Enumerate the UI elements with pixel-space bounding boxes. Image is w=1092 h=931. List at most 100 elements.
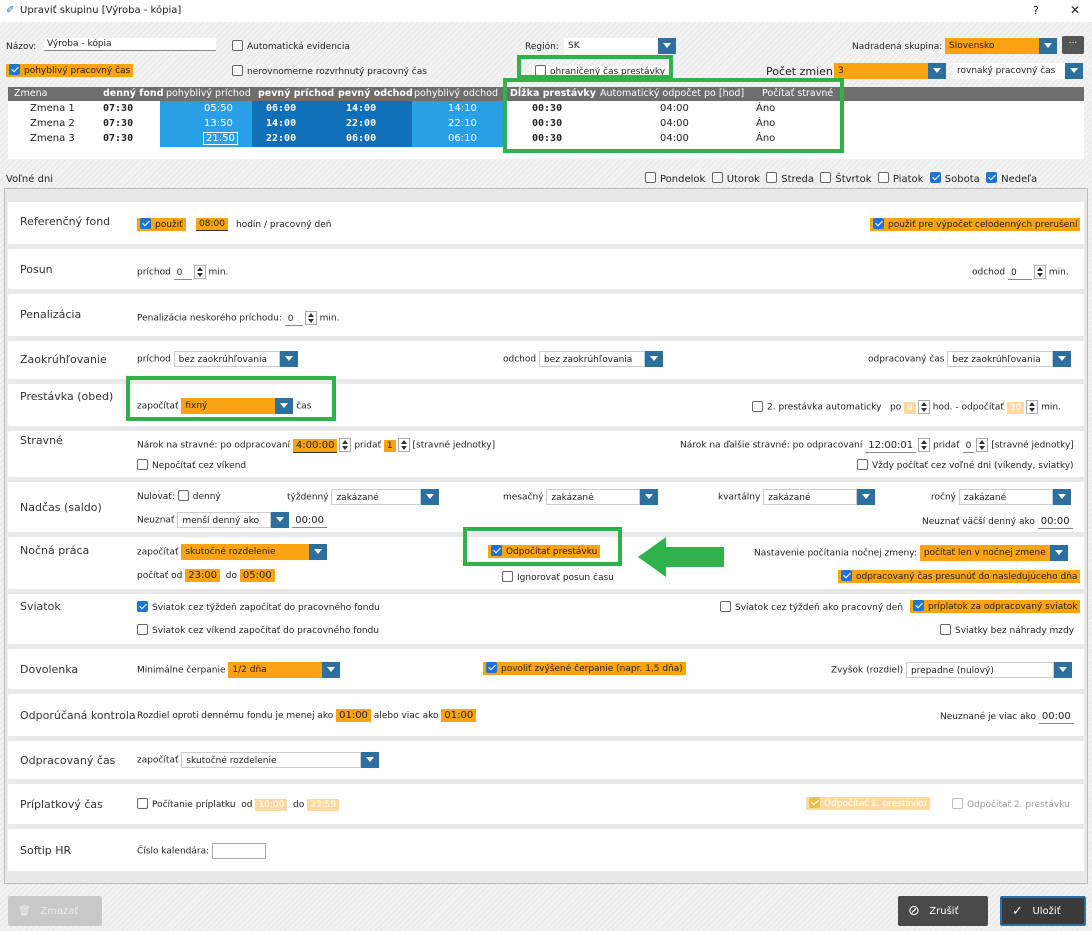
- vacation-min[interactable]: Minimálne čerpanie 1/2 dňa: [137, 662, 341, 678]
- meal-no-weekend[interactable]: Nepočítať cez víkend: [137, 459, 246, 471]
- col-fixed-in: pevný príchod: [258, 88, 335, 99]
- save-button[interactable]: ✓ Uložiť: [1000, 896, 1086, 926]
- overtime-yearly[interactable]: ročný zakázané: [931, 489, 1071, 505]
- extra-deduct1[interactable]: Odpočítať 1. prestávku: [806, 797, 930, 810]
- shift-cell: Zmena 1: [30, 103, 75, 114]
- day-tue[interactable]: Utorok: [711, 172, 760, 185]
- shift-cell[interactable]: 14:10: [448, 103, 477, 114]
- shift-cell[interactable]: 13:50: [204, 118, 233, 129]
- shift-cell[interactable]: 06:00: [266, 103, 296, 114]
- shift-cell[interactable]: 05:50: [204, 103, 233, 114]
- highlight-night-deduct: [463, 527, 622, 566]
- holiday-as-work[interactable]: Sviatok cez týždeň ako pracovný deň: [720, 601, 903, 613]
- night-count[interactable]: započítať skutočné rozdelenie: [137, 544, 328, 560]
- round-departure[interactable]: odchod bez zaokrúhľovania: [503, 351, 663, 367]
- app-icon: ✐: [6, 5, 15, 16]
- col-fixed-out: pevný odchod: [338, 88, 413, 99]
- overtime-ignore-bigger[interactable]: Neuznať väčší denný ako 00:00: [922, 515, 1073, 529]
- cancel-icon: ⊘: [908, 903, 920, 919]
- shift-cell[interactable]: 21:50: [203, 132, 238, 145]
- extra-calc[interactable]: Počítanie príplatku od 10:00 do 23:59: [137, 798, 340, 811]
- col-fond: denný fond: [103, 88, 164, 99]
- region-select[interactable]: SK: [564, 38, 676, 54]
- overtime-reset[interactable]: Nulovať: denný: [137, 490, 221, 502]
- col-zmena: Zmena: [14, 88, 48, 99]
- meal-next: Nárok na ďalšie stravné: po odpracovaní …: [680, 438, 1074, 453]
- shift-cell[interactable]: 07:30: [103, 103, 133, 114]
- more-button[interactable]: ...: [1062, 36, 1084, 54]
- control-unrec[interactable]: Neuznané je viac ako 00:00: [940, 710, 1074, 724]
- penal-input: Penalizácia neskorého príchodu: 0 min.: [137, 311, 339, 326]
- close-button[interactable]: ✕: [1070, 3, 1080, 17]
- day-thu[interactable]: Štvrtok: [820, 172, 872, 185]
- ref-calc-checkbox[interactable]: použiť pre výpočet celodenných prerušení: [870, 218, 1081, 231]
- meal-always[interactable]: Vždy počítať cez voľné dni (víkendy, svi…: [857, 459, 1074, 471]
- softip-calendar[interactable]: Číslo kalendára:: [137, 843, 267, 859]
- name-input[interactable]: Výroba - kópia: [44, 38, 216, 51]
- holiday-no-comp[interactable]: Sviatky bez náhrady mzdy: [940, 624, 1074, 636]
- arrow-icon: [638, 537, 724, 577]
- highlight-break-type: [126, 376, 336, 421]
- help-button[interactable]: ?: [1033, 4, 1039, 17]
- night-move-checkbox[interactable]: odpracovaný čas presunúť do nasledujúceh…: [838, 570, 1081, 583]
- shifts-label: Počet zmien: [766, 65, 833, 78]
- shift-cell[interactable]: 22:00: [266, 133, 296, 144]
- posun-arrival: príchod 0 min.: [137, 265, 228, 280]
- holiday-week[interactable]: Sviatok cez týždeň započítať do pracovné…: [137, 601, 380, 613]
- day-sat[interactable]: Sobota: [929, 172, 980, 185]
- shift-cell[interactable]: 14:00: [346, 103, 376, 114]
- day-fri[interactable]: Piatok: [877, 172, 923, 185]
- worked-count[interactable]: započítať skutočné rozdelenie: [137, 752, 380, 768]
- night-from[interactable]: počítať od 23:00 do 05:00: [137, 569, 275, 582]
- shift-cell[interactable]: 22:00: [346, 118, 376, 129]
- vacation-allow[interactable]: povoliť zvýšené čerpanie (napr. 1,5 dňa): [483, 662, 686, 675]
- overtime-quarterly[interactable]: kvartálny zakázané: [718, 489, 876, 505]
- shift-cell[interactable]: 22:10: [448, 118, 477, 129]
- night-ignore-shift[interactable]: Ignorovať posun času: [502, 571, 614, 583]
- overtime-ignore[interactable]: Neuznať menší denný ako 00:00: [137, 512, 328, 528]
- flex-time-checkbox[interactable]: pohyblivý pracovný čas: [6, 64, 134, 77]
- second-break[interactable]: 2. prestávka automaticky po 8 hod. - odp…: [752, 400, 1061, 414]
- uneven-checkbox[interactable]: nerovnomerne rozvrhnutý pracovný čas: [232, 65, 427, 77]
- control-range[interactable]: Rozdiel oproti dennému fondu je menej ak…: [137, 709, 477, 722]
- col-flex-out: pohyblivý odchod: [414, 88, 498, 99]
- day-mon[interactable]: Pondelok: [645, 172, 705, 185]
- shift-cell[interactable]: 06:10: [448, 133, 477, 144]
- shift-cell: Zmena 2: [30, 118, 75, 129]
- overtime-weekly[interactable]: týždenný zakázané: [287, 489, 440, 505]
- shifts-select[interactable]: 3: [834, 63, 946, 79]
- holiday-weekend[interactable]: Sviatok cez víkend započítať do pracovné…: [137, 624, 379, 636]
- check-icon: ✓: [1012, 903, 1023, 919]
- night-setting[interactable]: Nastavenie počítania nočnej zmeny: počít…: [754, 545, 1068, 561]
- shift-cell[interactable]: 07:30: [103, 118, 133, 129]
- shift-cell[interactable]: 06:00: [346, 133, 376, 144]
- round-arrival[interactable]: príchod bez zaokrúhľovania: [137, 351, 298, 367]
- round-worked[interactable]: odpracovaný čas bez zaokrúhľovania: [868, 351, 1072, 367]
- day-sun[interactable]: Nedeľa: [986, 172, 1037, 185]
- parent-select[interactable]: Slovensko: [945, 38, 1057, 54]
- vacation-rest[interactable]: Zvyšok (rozdiel) prepadne (nulový): [831, 662, 1072, 678]
- auto-evid-checkbox[interactable]: Automatická evidencia: [232, 40, 350, 52]
- shift-cell[interactable]: 14:00: [266, 118, 296, 129]
- ref-use-checkbox[interactable]: použiť: [137, 218, 186, 231]
- shift-cell[interactable]: 07:30: [103, 133, 133, 144]
- ref-hours[interactable]: 08:00: [196, 218, 228, 231]
- region-label: Región:: [525, 42, 559, 52]
- name-label: Názov:: [6, 42, 37, 52]
- shift-cell: Zmena 3: [30, 133, 75, 144]
- ref-unit: hodín / pracovný deň: [236, 220, 332, 230]
- holiday-bonus[interactable]: príplatok za odpracovaný sviatok: [910, 600, 1081, 613]
- delete-button[interactable]: 🗑 Zmazať: [8, 896, 102, 926]
- extra-deduct2[interactable]: Odpočítať 2. prestávku: [952, 798, 1070, 810]
- parent-label: Nadradená skupina:: [852, 42, 943, 52]
- cancel-button[interactable]: ⊘ Zrušiť: [898, 896, 988, 926]
- window-title: Upraviť skupinu [Výroba - kópia]: [20, 5, 182, 16]
- highlight-break-columns: [503, 78, 844, 153]
- free-days: Pondelok Utorok Streda Štvrtok Piatok So…: [645, 172, 1037, 185]
- overtime-monthly[interactable]: mesačný zakázané: [503, 489, 659, 505]
- meal-claim: Nárok na stravné: po odpracovaní 4:00:00…: [137, 438, 496, 453]
- same-time-select[interactable]: rovnaký pracovný čas: [953, 63, 1083, 79]
- posun-departure: odchod 0 min.: [972, 265, 1069, 280]
- day-wed[interactable]: Streda: [766, 172, 814, 185]
- col-flex-in: pohyblivý príchod: [166, 88, 251, 99]
